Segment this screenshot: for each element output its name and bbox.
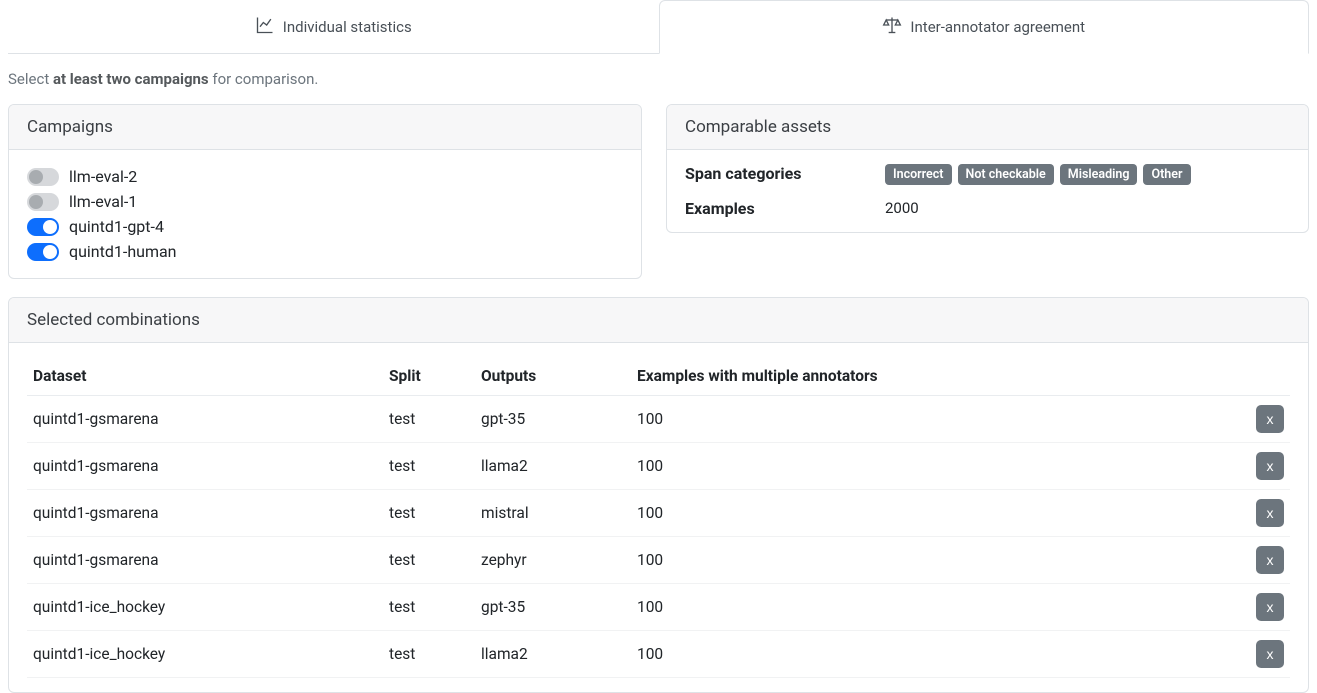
delete-row-button[interactable]: x bbox=[1256, 640, 1284, 668]
campaign-item: llm-eval-2 bbox=[27, 164, 623, 189]
cell-dataset: quintd1-gsmarena bbox=[27, 396, 383, 443]
examples-value: 2000 bbox=[885, 199, 1290, 217]
campaigns-card: Campaigns llm-eval-2 llm-eval-1 quintd1-gp… bbox=[8, 104, 642, 279]
instruction-prefix: Select bbox=[8, 70, 53, 88]
assets-header: Comparable assets bbox=[667, 105, 1308, 150]
cell-split: test bbox=[383, 443, 475, 490]
span-category-badge: Incorrect bbox=[885, 164, 952, 185]
cell-outputs: zephyr bbox=[475, 537, 631, 584]
cell-split: test bbox=[383, 584, 475, 631]
column-examples: Examples with multiple annotators bbox=[631, 357, 1240, 396]
column-dataset: Dataset bbox=[27, 357, 383, 396]
span-categories-badges: Incorrect Not checkable MisleadingOther bbox=[885, 164, 1290, 185]
instruction-text: Select at least two campaigns for compar… bbox=[8, 54, 1309, 104]
delete-row-button[interactable]: x bbox=[1256, 452, 1284, 480]
cell-examples: 100 bbox=[631, 443, 1240, 490]
tab-label: Individual statistics bbox=[283, 18, 412, 36]
column-outputs: Outputs bbox=[475, 357, 631, 396]
cell-dataset: quintd1-ice_hockey bbox=[27, 584, 383, 631]
cell-split: test bbox=[383, 490, 475, 537]
cell-dataset: quintd1-gsmarena bbox=[27, 490, 383, 537]
delete-row-button[interactable]: x bbox=[1256, 593, 1284, 621]
table-row: quintd1-gsmarenatestmistral100 x bbox=[27, 490, 1290, 537]
chart-line-icon bbox=[255, 15, 275, 39]
table-row: quintd1-ice_hockeytestllama2100 x bbox=[27, 631, 1290, 678]
cell-split: test bbox=[383, 396, 475, 443]
campaign-label: quintd1-human bbox=[69, 242, 177, 261]
cell-examples: 100 bbox=[631, 537, 1240, 584]
campaign-label: llm-eval-2 bbox=[69, 167, 137, 186]
campaign-toggle[interactable] bbox=[27, 243, 59, 261]
campaign-item: quintd1-gpt-4 bbox=[27, 214, 623, 239]
examples-label: Examples bbox=[685, 199, 885, 218]
cell-split: test bbox=[383, 537, 475, 584]
cell-dataset: quintd1-gsmarena bbox=[27, 537, 383, 584]
campaign-item: quintd1-human bbox=[27, 239, 623, 264]
cell-dataset: quintd1-gsmarena bbox=[27, 443, 383, 490]
cell-outputs: gpt-35 bbox=[475, 396, 631, 443]
delete-row-button[interactable]: x bbox=[1256, 546, 1284, 574]
campaign-item: llm-eval-1 bbox=[27, 189, 623, 214]
campaign-list: llm-eval-2 llm-eval-1 quintd1-gpt-4 quintd1… bbox=[27, 164, 623, 264]
cell-dataset: quintd1-ice_hockey bbox=[27, 631, 383, 678]
column-split: Split bbox=[383, 357, 475, 396]
campaign-toggle[interactable] bbox=[27, 193, 59, 211]
campaigns-header: Campaigns bbox=[9, 105, 641, 150]
cell-examples: 100 bbox=[631, 631, 1240, 678]
tab-inter-annotator-agreement[interactable]: Inter-annotator agreement bbox=[659, 0, 1310, 54]
cell-examples: 100 bbox=[631, 396, 1240, 443]
table-row: quintd1-gsmarenatestzephyr100 x bbox=[27, 537, 1290, 584]
tabs: Individual statistics Inter-annotator ag… bbox=[8, 0, 1309, 54]
combinations-table: Dataset Split Outputs Examples with mult… bbox=[27, 357, 1290, 678]
cell-outputs: gpt-35 bbox=[475, 584, 631, 631]
span-category-badge: Misleading bbox=[1060, 164, 1138, 185]
campaign-label: quintd1-gpt-4 bbox=[69, 217, 164, 236]
instruction-suffix: for comparison. bbox=[209, 70, 319, 88]
delete-row-button[interactable]: x bbox=[1256, 405, 1284, 433]
combinations-header: Selected combinations bbox=[9, 298, 1308, 343]
campaign-toggle[interactable] bbox=[27, 168, 59, 186]
cell-examples: 100 bbox=[631, 584, 1240, 631]
table-row: quintd1-ice_hockeytestgpt-35100 x bbox=[27, 584, 1290, 631]
tab-label: Inter-annotator agreement bbox=[910, 18, 1085, 36]
cell-outputs: llama2 bbox=[475, 631, 631, 678]
campaign-toggle[interactable] bbox=[27, 218, 59, 236]
table-row: quintd1-gsmarenatestgpt-35100 x bbox=[27, 396, 1290, 443]
instruction-bold: at least two campaigns bbox=[53, 70, 209, 88]
cell-examples: 100 bbox=[631, 490, 1240, 537]
span-category-badge: Other bbox=[1143, 164, 1190, 185]
span-categories-label: Span categories bbox=[685, 164, 885, 183]
delete-row-button[interactable]: x bbox=[1256, 499, 1284, 527]
cell-outputs: mistral bbox=[475, 490, 631, 537]
tab-individual-statistics[interactable]: Individual statistics bbox=[8, 0, 659, 53]
table-row: quintd1-gsmarenatestllama2100 x bbox=[27, 443, 1290, 490]
comparable-assets-card: Comparable assets Span categories Incorr… bbox=[666, 104, 1309, 233]
cell-outputs: llama2 bbox=[475, 443, 631, 490]
cell-split: test bbox=[383, 631, 475, 678]
campaign-label: llm-eval-1 bbox=[69, 192, 137, 211]
span-category-badge: Not checkable bbox=[958, 164, 1054, 185]
scales-icon bbox=[882, 15, 902, 39]
